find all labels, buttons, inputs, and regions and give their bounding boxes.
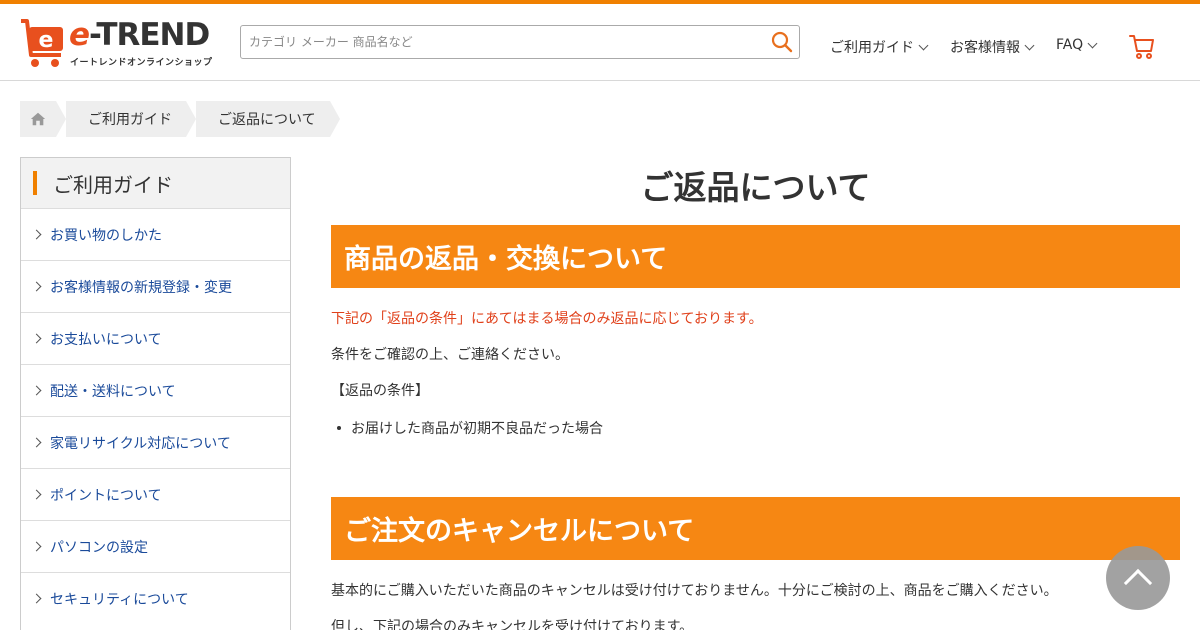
cart-icon[interactable] <box>1128 32 1156 60</box>
section-cancellation: ご注文のキャンセルについて 基本的にご購入いただいた商品のキャンセルは受け付けて… <box>331 497 1180 630</box>
sidebar-item-how-to-shop[interactable]: お買い物のしかた <box>21 208 290 260</box>
sidebar-item-registration[interactable]: お客様情報の新規登録・変更 <box>21 260 290 312</box>
list-item: お届けした商品が初期不良品だった場合 <box>331 418 1180 438</box>
chevron-down-icon <box>1024 40 1035 50</box>
sidebar-item-label: 配送・送料について <box>50 383 176 400</box>
breadcrumb-guide-label: ご利用ガイド <box>88 112 172 128</box>
nav-faq-label: FAQ <box>1056 37 1084 53</box>
nav-customer-label: お客様情報 <box>950 40 1020 56</box>
sidebar-header-accent <box>33 171 37 195</box>
sidebar-item-label: お買い物のしかた <box>50 227 162 244</box>
site-logo[interactable]: e e-TREND イートレンドオンラインショップ <box>19 15 212 69</box>
cart-logo-icon: e <box>21 19 63 67</box>
section-heading-returns: 商品の返品・交換について <box>331 225 1180 288</box>
svg-text:e: e <box>39 28 54 53</box>
scroll-to-top-button[interactable] <box>1106 546 1170 610</box>
breadcrumb: ご利用ガイド ご返品について <box>20 101 340 137</box>
sidebar-item-payment[interactable]: お支払いについて <box>21 312 290 364</box>
list-item-text: お届けした商品が初期不良品だった場合 <box>351 421 603 437</box>
sidebar-item-label: セキュリティについて <box>50 591 189 608</box>
sidebar-title: ご利用ガイド <box>53 172 173 197</box>
nav-guide[interactable]: ご利用ガイド <box>830 37 929 57</box>
chevron-right-icon <box>31 437 42 448</box>
sidebar: ご利用ガイド お買い物のしかた お客様情報の新規登録・変更 お支払いについて 配… <box>20 157 291 630</box>
page-title: ご返品について <box>640 168 871 207</box>
sidebar-item-pc-setup[interactable]: パソコンの設定 <box>21 520 290 572</box>
sidebar-item-label: お客様情報の新規登録・変更 <box>50 279 232 296</box>
section-returns: 商品の返品・交換について 下記の「返品の条件」にあてはまる場合のみ返品に応じてお… <box>331 225 1180 438</box>
chevron-right-icon <box>31 385 42 396</box>
chevron-down-icon <box>1087 38 1098 48</box>
sidebar-item-label: お支払いについて <box>50 331 162 348</box>
logo-trend: -TREND <box>89 17 210 53</box>
sidebar-item-label: 家電リサイクル対応について <box>50 435 231 452</box>
search-input[interactable] <box>241 26 761 58</box>
chevron-right-icon <box>31 229 42 240</box>
chevron-right-icon <box>31 281 42 292</box>
breadcrumb-returns-label: ご返品について <box>218 112 316 128</box>
breadcrumb-guide[interactable]: ご利用ガイド <box>66 101 196 137</box>
chevron-right-icon <box>31 593 42 604</box>
returns-text: 条件をご確認の上、ご連絡ください。 <box>331 347 569 363</box>
sidebar-item-label: パソコンの設定 <box>50 539 148 556</box>
search-icon[interactable] <box>770 30 794 54</box>
chevron-right-icon <box>31 541 42 552</box>
returns-notice: 下記の「返品の条件」にあてはまる場合のみ返品に応じております。 <box>331 311 763 327</box>
main-content: ご返品について 商品の返品・交換について 下記の「返品の条件」にあてはまる場合の… <box>331 157 1180 630</box>
sidebar-item-label: ポイントについて <box>50 487 162 504</box>
nav-faq[interactable]: FAQ <box>1056 37 1098 53</box>
sidebar-item-shipping[interactable]: 配送・送料について <box>21 364 290 416</box>
breadcrumb-returns: ご返品について <box>196 101 340 137</box>
cancellation-text: 基本的にご購入いただいた商品のキャンセルは受け付けておりません。十分にご検討の上… <box>331 583 1058 599</box>
sidebar-item-recycling[interactable]: 家電リサイクル対応について <box>21 416 290 468</box>
home-icon <box>30 112 46 126</box>
section-heading-cancellation: ご注文のキャンセルについて <box>331 497 1180 560</box>
site-header: e e-TREND イートレンドオンラインショップ ご利用ガイド お客様情報 F… <box>0 4 1200 81</box>
nav-customer-info[interactable]: お客様情報 <box>950 37 1035 57</box>
returns-conditions-label: 【返品の条件】 <box>331 383 429 399</box>
chevron-down-icon <box>918 40 929 50</box>
logo-wordmark: e-TREND <box>69 17 210 53</box>
logo-subtitle: イートレンドオンラインショップ <box>70 58 213 68</box>
sidebar-item-points[interactable]: ポイントについて <box>21 468 290 520</box>
nav-guide-label: ご利用ガイド <box>830 40 914 56</box>
search-box <box>240 25 800 59</box>
chevron-right-icon <box>31 333 42 344</box>
sidebar-header: ご利用ガイド <box>21 158 290 208</box>
chevron-up-icon <box>1123 568 1153 598</box>
logo-e: e <box>69 17 90 53</box>
chevron-right-icon <box>31 489 42 500</box>
cancellation-exception: 但し、下記の場合のみキャンセルを受け付けております。 <box>331 619 694 630</box>
bullet-dot <box>337 426 341 430</box>
sidebar-item-security[interactable]: セキュリティについて <box>21 572 290 624</box>
breadcrumb-home[interactable] <box>20 101 66 137</box>
